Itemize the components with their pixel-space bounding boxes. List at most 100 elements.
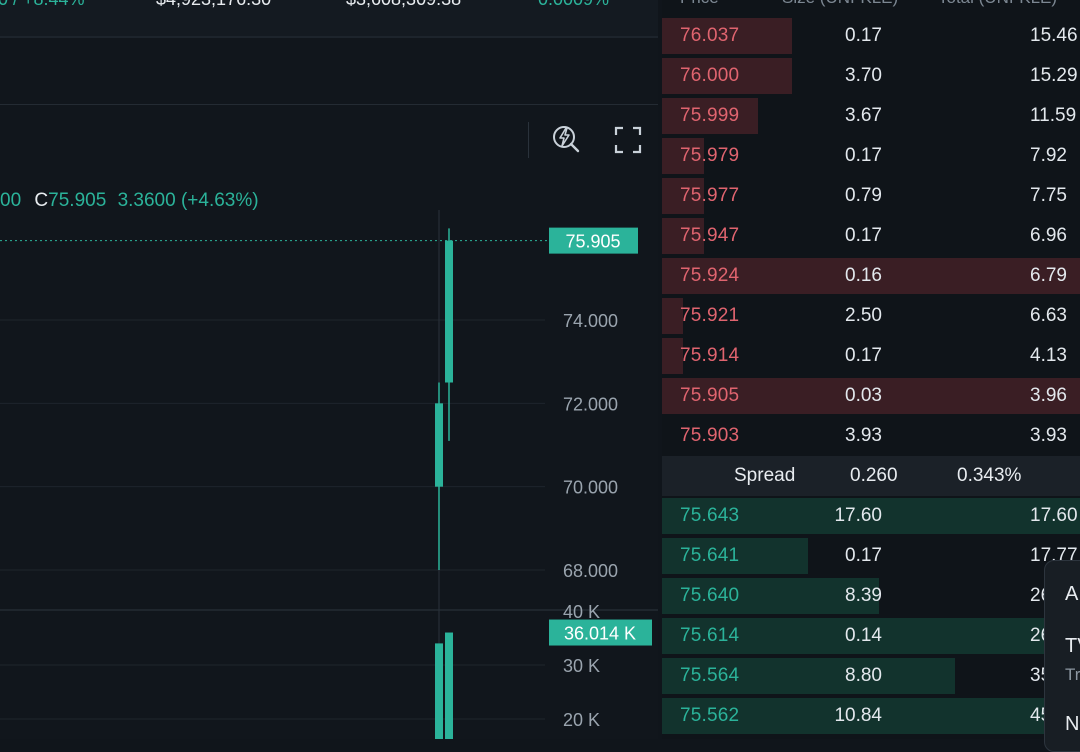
popup-line-3: N [1065, 713, 1080, 735]
ask-total: 7.92 [1030, 145, 1067, 166]
bid-size: 10.84 [834, 705, 882, 726]
toolbar-separator [528, 122, 529, 158]
price-tick-label: 74.000 [563, 311, 618, 331]
volume-tick-label: 40 K [563, 602, 600, 622]
ask-size: 0.17 [845, 25, 882, 46]
volume-bars [435, 632, 453, 739]
volume-bar [445, 632, 453, 739]
spread-value: 0.260 [850, 465, 898, 486]
close-label: C [34, 190, 49, 211]
price-tick-label: 68.000 [563, 561, 618, 581]
bid-price: 75.564 [680, 665, 740, 686]
bid-total: 17.60 [1030, 505, 1078, 526]
ask-price: 75.924 [680, 265, 740, 286]
ask-price: 75.947 [680, 225, 740, 246]
ask-size: 2.50 [845, 305, 882, 326]
ask-row[interactable]: 76.037 0.17 15.46 [662, 16, 1080, 56]
ask-total: 7.75 [1030, 185, 1067, 206]
ask-row[interactable]: 75.905 0.03 3.96 [662, 376, 1080, 416]
price-chart[interactable]: 74.000 72.000 70.000 68.000 40 K 30 K 20 K 75.9… [0, 210, 658, 739]
ask-row[interactable]: 76.000 3.70 15.29 [662, 56, 1080, 96]
ask-row[interactable]: 75.977 0.79 7.75 [662, 176, 1080, 216]
ask-total: 15.29 [1030, 65, 1078, 86]
ask-price: 76.000 [680, 65, 740, 86]
header-price: Price [680, 0, 719, 8]
ask-size: 3.67 [845, 105, 882, 126]
volume-tick-label: 30 K [563, 656, 600, 676]
bid-row[interactable]: 75.640 8.39 26 [662, 576, 1080, 616]
header-size: Size (UNI-KLE) [782, 0, 898, 8]
bid-size: 8.80 [845, 665, 882, 686]
ask-price: 75.914 [680, 345, 740, 366]
ohlc-legend: 00 C75.905 3.3600 (+4.63%) [0, 190, 259, 212]
ask-row[interactable]: 75.921 2.50 6.63 [662, 296, 1080, 336]
bid-price: 75.640 [680, 585, 740, 606]
current-price-tag-text: 75.905 [565, 232, 620, 252]
ask-size: 0.03 [845, 385, 882, 406]
ask-size: 3.70 [845, 65, 882, 86]
stat-volume: $4,923,176.30 [156, 0, 271, 10]
ask-size: 0.17 [845, 225, 882, 246]
price-change: 3.3600 (+4.63%) [117, 190, 259, 211]
bid-row[interactable]: 75.614 0.14 26 [662, 616, 1080, 656]
bid-size: 0.14 [845, 625, 882, 646]
bid-row[interactable]: 75.564 8.80 35 [662, 656, 1080, 696]
market-stats-bar: 0 / +8.44% $4,923,176.30 $3,608,309.38 0… [0, 0, 658, 38]
stat-change: 0 / +8.44% [0, 0, 85, 10]
ask-size: 0.79 [845, 185, 882, 206]
bid-price: 75.614 [680, 625, 740, 646]
volume-bar [435, 643, 443, 739]
bid-price: 75.641 [680, 545, 740, 566]
ask-price: 76.037 [680, 25, 740, 46]
bid-row[interactable]: 75.641 0.17 17.77 [662, 536, 1080, 576]
ask-price: 75.921 [680, 305, 740, 326]
candle-body [445, 240, 453, 383]
bid-row[interactable]: 75.562 10.84 45 [662, 696, 1080, 736]
bid-price: 75.643 [680, 505, 740, 526]
ask-price: 75.977 [680, 185, 740, 206]
ask-row[interactable]: 75.903 3.93 3.93 [662, 416, 1080, 456]
ask-row[interactable]: 75.914 0.17 4.13 [662, 336, 1080, 376]
spread-row: Spread 0.260 0.343% [662, 456, 1080, 496]
fullscreen-button[interactable] [610, 122, 646, 158]
ask-price: 75.905 [680, 385, 740, 406]
ask-total: 11.59 [1030, 105, 1077, 126]
ask-total: 4.13 [1030, 345, 1067, 366]
ask-size: 0.17 [845, 145, 882, 166]
header-total: Total (UNI-KLE) [938, 0, 1057, 8]
ask-row[interactable]: 75.999 3.67 11.59 [662, 96, 1080, 136]
bid-price: 75.562 [680, 705, 740, 726]
ask-row[interactable]: 75.924 0.16 6.79 [662, 256, 1080, 296]
ask-price: 75.999 [680, 105, 740, 126]
volume-tag-text: 36.014 K [564, 624, 636, 644]
ask-size: 3.93 [845, 425, 882, 446]
side-popup[interactable]: A TV Tr N [1044, 560, 1080, 752]
ask-size: 0.16 [845, 265, 882, 286]
candles [435, 228, 453, 571]
stat-open-interest: $3,608,309.38 [346, 0, 461, 10]
close-value: 75.905 [48, 190, 107, 211]
spread-label: Spread [734, 465, 796, 486]
price-tick-label: 72.000 [563, 394, 618, 414]
candle-body [435, 403, 443, 487]
popup-line-1: A [1065, 583, 1079, 605]
price-tick-label: 70.000 [563, 478, 618, 498]
stat-funding: 0.0009% [538, 0, 609, 10]
order-book: Price Size (UNI-KLE) Total (UNI-KLE) 76.… [662, 0, 1080, 739]
volume-tick-label: 20 K [563, 710, 600, 730]
ask-total: 6.79 [1030, 265, 1067, 286]
bid-size: 8.39 [845, 585, 882, 606]
ask-row[interactable]: 75.947 0.17 6.96 [662, 216, 1080, 256]
toolbar-divider [0, 104, 658, 105]
ask-row[interactable]: 75.979 0.17 7.92 [662, 136, 1080, 176]
ask-total: 3.93 [1030, 425, 1067, 446]
ask-total: 15.46 [1030, 25, 1078, 46]
ask-price: 75.903 [680, 425, 740, 446]
ask-price: 75.979 [680, 145, 740, 166]
popup-line-2-sub: Tr [1065, 665, 1080, 684]
axis-labels: 74.000 72.000 70.000 68.000 40 K 30 K 20 K 75.9… [549, 227, 652, 730]
bid-row[interactable]: 75.643 17.60 17.60 [662, 496, 1080, 536]
indicator-search-button[interactable] [548, 120, 584, 156]
spread-percent: 0.343% [957, 465, 1022, 486]
bid-size: 0.17 [845, 545, 882, 566]
